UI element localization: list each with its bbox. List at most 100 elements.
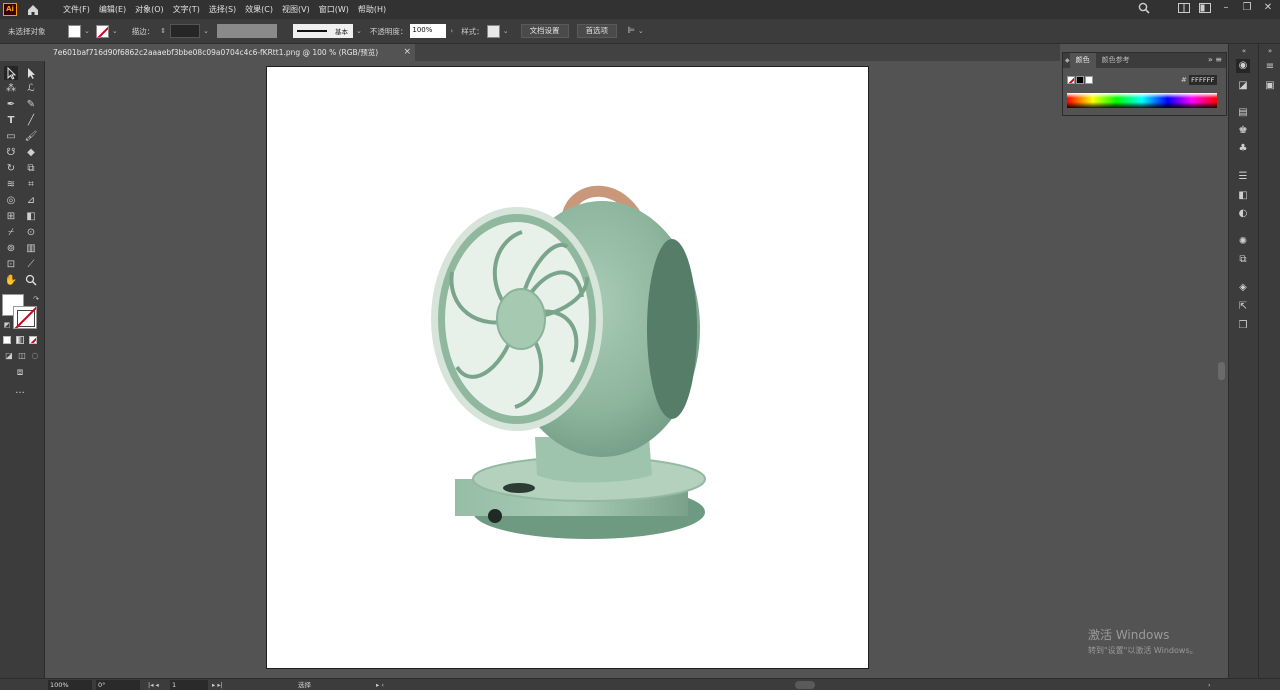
color-guide-icon[interactable]: ◪ xyxy=(1236,79,1250,93)
artboards-panel-icon[interactable]: ❒ xyxy=(1236,319,1250,333)
menu-object[interactable]: 对象(O) xyxy=(135,4,164,15)
libraries-icon[interactable]: ▣ xyxy=(1263,79,1277,93)
tab-color[interactable]: 颜色 xyxy=(1069,53,1096,68)
chevron-down-icon[interactable]: ⌄ xyxy=(356,27,362,35)
menu-effect[interactable]: 效果(C) xyxy=(245,4,273,15)
default-colors-icon[interactable]: ◩ xyxy=(0,318,14,332)
chevron-down-icon[interactable]: ⌄ xyxy=(638,27,644,35)
chevron-down-icon[interactable]: ⌄ xyxy=(503,27,509,35)
fill-swatch[interactable] xyxy=(68,24,81,38)
screen-mode-icon[interactable]: ⧈ xyxy=(13,366,27,380)
artboard-tool-icon[interactable]: ⊡ xyxy=(4,258,18,272)
shape-builder-icon[interactable]: ◎ xyxy=(4,194,18,208)
scroll-right-icon[interactable]: › xyxy=(1208,679,1211,690)
horizontal-scrollbar-thumb[interactable] xyxy=(795,681,815,689)
transparency-icon[interactable]: ◐ xyxy=(1236,207,1250,221)
curvature-tool-icon[interactable]: ✎ xyxy=(24,98,38,112)
vertical-scrollbar[interactable] xyxy=(1218,362,1225,380)
chevron-down-icon[interactable]: ⌄ xyxy=(84,27,90,35)
graphic-styles-icon[interactable]: ⧉ xyxy=(1236,253,1250,267)
appearance-icon[interactable]: ✺ xyxy=(1236,235,1250,249)
menu-file[interactable]: 文件(F) xyxy=(63,4,90,15)
rectangle-tool-icon[interactable]: ▭ xyxy=(4,130,18,144)
align-icon[interactable]: ⊫ xyxy=(627,26,635,36)
menu-edit[interactable]: 编辑(E) xyxy=(99,4,126,15)
document-tab[interactable]: 7e601baf716d90f6862c2aaaebf3bbe08c09a070… xyxy=(47,44,415,61)
opacity-input[interactable]: 100% xyxy=(410,24,447,38)
brushes-icon[interactable]: ♚ xyxy=(1236,124,1250,138)
white-swatch[interactable] xyxy=(1085,76,1093,84)
hand-tool-icon[interactable]: ✋ xyxy=(4,274,18,288)
artboard[interactable] xyxy=(266,66,869,669)
zoom-tool-icon[interactable] xyxy=(24,274,38,288)
type-tool-icon[interactable]: T xyxy=(4,114,18,128)
lasso-icon[interactable]: ℒ xyxy=(24,82,38,96)
color-mode-icon[interactable] xyxy=(3,336,11,344)
menu-window[interactable]: 窗口(W) xyxy=(319,4,349,15)
status-menu-icon[interactable]: ▸ ‹ xyxy=(376,679,384,690)
none-swatch[interactable] xyxy=(1067,76,1075,84)
symbols-icon[interactable]: ♣ xyxy=(1236,142,1250,156)
next-artboard-icon[interactable]: ▸ ▸| xyxy=(212,679,223,690)
layers-icon[interactable]: ◈ xyxy=(1236,281,1250,295)
line-tool-icon[interactable]: ╱ xyxy=(24,114,38,128)
export-icon[interactable]: ⇱ xyxy=(1236,300,1250,314)
gradient-panel-icon[interactable]: ◧ xyxy=(1236,189,1250,203)
chevron-double-right-icon[interactable]: » xyxy=(1263,44,1277,58)
eyedropper-icon[interactable]: ⌿ xyxy=(4,226,18,240)
fan-image[interactable] xyxy=(267,67,870,670)
artboard-number-select[interactable]: 1 xyxy=(170,680,208,690)
free-transform-icon[interactable]: ⌗ xyxy=(24,178,38,192)
arrange-documents-icon[interactable] xyxy=(1178,3,1190,13)
gradient-mode-icon[interactable] xyxy=(16,336,24,344)
column-graph-icon[interactable]: ▥ xyxy=(24,242,38,256)
minimize-icon[interactable]: – xyxy=(1220,2,1232,14)
restore-icon[interactable]: ❐ xyxy=(1241,2,1253,14)
menu-select[interactable]: 选择(S) xyxy=(209,4,236,15)
stroke-swatch[interactable] xyxy=(95,24,109,38)
preferences-button[interactable]: 首选项 xyxy=(576,24,618,38)
search-icon[interactable] xyxy=(1138,2,1150,14)
rotation-select[interactable]: 0° xyxy=(96,680,140,690)
chevron-double-left-icon[interactable]: « xyxy=(1237,44,1251,58)
stepper-icon[interactable]: ⇕ xyxy=(160,27,166,35)
document-setup-button[interactable]: 文档设置 xyxy=(520,24,569,38)
direct-selection-tool-icon[interactable] xyxy=(24,66,38,80)
none-mode-icon[interactable] xyxy=(29,336,37,344)
slice-tool-icon[interactable]: ⟋ xyxy=(24,258,38,272)
scale-tool-icon[interactable]: ⧉ xyxy=(24,162,38,176)
symbol-sprayer-icon[interactable]: ⊚ xyxy=(4,242,18,256)
variable-width-profile[interactable] xyxy=(217,24,277,38)
menu-type[interactable]: 文字(T) xyxy=(173,4,200,15)
rotate-tool-icon[interactable]: ↻ xyxy=(4,162,18,176)
eraser-icon[interactable]: ◆ xyxy=(24,146,38,160)
chevron-down-icon[interactable]: ⌄ xyxy=(112,27,118,35)
chevron-down-icon[interactable]: ⌄ xyxy=(203,27,209,35)
graphic-style-swatch[interactable] xyxy=(486,24,500,38)
warp-tool-icon[interactable]: ≋ xyxy=(4,178,18,192)
edit-toolbar-icon[interactable]: ··· xyxy=(13,387,27,401)
home-icon[interactable] xyxy=(26,3,40,17)
shaper-tool-icon[interactable]: ☋ xyxy=(4,146,18,160)
zoom-select[interactable]: 100% xyxy=(48,680,92,690)
gradient-tool-icon[interactable]: ◧ xyxy=(24,210,38,224)
paintbrush-icon[interactable]: 🖌 xyxy=(24,130,38,144)
stroke-weight-input[interactable] xyxy=(170,24,201,38)
draw-inside-icon[interactable]: ◌ xyxy=(28,349,42,363)
workspace-icon[interactable] xyxy=(1199,3,1211,13)
magic-wand-icon[interactable]: ⁂ xyxy=(4,82,18,96)
tab-color-guide[interactable]: 颜色参考 xyxy=(1096,53,1136,68)
close-tab-icon[interactable]: × xyxy=(403,44,411,61)
brush-definition[interactable]: 基本 xyxy=(293,24,353,38)
first-artboard-icon[interactable]: |◂ ◂ xyxy=(148,679,159,690)
hex-input[interactable]: FFFFFF xyxy=(1189,75,1217,85)
draw-behind-icon[interactable]: ◫ xyxy=(15,349,29,363)
perspective-grid-icon[interactable]: ⊿ xyxy=(24,194,38,208)
mesh-tool-icon[interactable]: ⊞ xyxy=(4,210,18,224)
menu-view[interactable]: 视图(V) xyxy=(282,4,310,15)
close-icon[interactable]: ✕ xyxy=(1262,2,1274,14)
swap-colors-icon[interactable]: ↷ xyxy=(29,292,43,306)
draw-normal-icon[interactable]: ◪ xyxy=(2,349,16,363)
menu-help[interactable]: 帮助(H) xyxy=(358,4,386,15)
panel-menu-icon[interactable]: » ≡ xyxy=(1208,55,1222,64)
